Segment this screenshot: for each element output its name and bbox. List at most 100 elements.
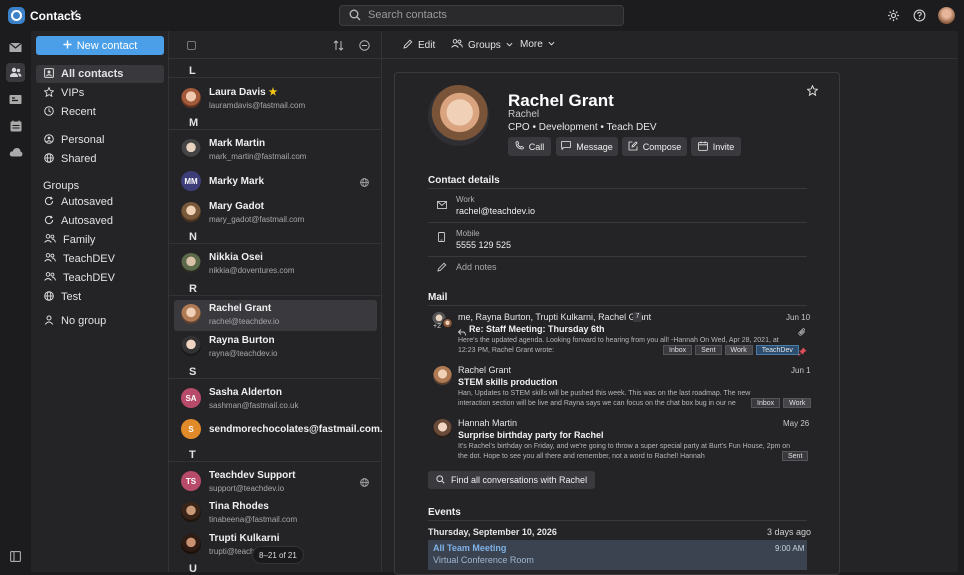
app-rail xyxy=(0,31,31,575)
contact-first-name: Rachel xyxy=(508,109,540,120)
contact-row-tina-rhodes[interactable]: Tina Rhodes tinabeena@fastmail.com xyxy=(174,498,377,529)
contact-row-laura-davis[interactable]: Laura Davis ★ lauramdavis@fastmail.com xyxy=(174,84,377,115)
tag-sent: Sent xyxy=(782,451,809,461)
section-letter: S xyxy=(189,366,197,378)
chevron-down-icon xyxy=(548,39,555,50)
pin-icon[interactable] xyxy=(798,345,807,359)
calendar-app-icon[interactable] xyxy=(6,116,25,135)
calendar-icon xyxy=(697,140,708,153)
favorite-star-icon[interactable] xyxy=(806,84,819,99)
select-all-checkbox[interactable] xyxy=(187,41,196,50)
contact-email: mark_martin@fastmail.com xyxy=(209,152,307,161)
tag-work: Work xyxy=(783,398,812,408)
group-item-label: Autosaved xyxy=(61,215,113,227)
settings-gear-icon[interactable] xyxy=(887,9,900,25)
sidebar-item-vips[interactable]: VIPs xyxy=(36,84,164,102)
add-notes-field[interactable]: Add notes xyxy=(456,262,497,272)
divider xyxy=(169,295,382,296)
mobile-label: Mobile xyxy=(456,229,480,238)
more-button[interactable]: More xyxy=(520,39,555,50)
mail-thread-subject[interactable]: Re: Staff Meeting: Thursday 6th xyxy=(469,324,605,334)
divider xyxy=(428,188,807,189)
shared-globe-icon xyxy=(360,476,369,490)
edit-button[interactable]: Edit xyxy=(403,39,435,52)
contact-row-mary-gadot[interactable]: Mary Gadot mary_gadot@fastmail.com xyxy=(174,198,377,229)
help-icon[interactable] xyxy=(913,9,926,25)
group-item-family[interactable]: Family xyxy=(36,231,164,249)
chevron-down-icon xyxy=(506,40,513,51)
mail-app-icon[interactable] xyxy=(6,38,25,57)
contact-row-marky-mark[interactable]: MM Marky Mark xyxy=(174,167,377,198)
call-button[interactable]: Call xyxy=(508,137,551,156)
thread-count-badge: 7 xyxy=(633,312,642,322)
search-input[interactable] xyxy=(368,6,618,24)
sidebar-item-label: VIPs xyxy=(61,87,85,99)
message-button[interactable]: Message xyxy=(556,137,618,156)
user-avatar[interactable] xyxy=(938,7,955,24)
sidebar-item-shared[interactable]: Shared xyxy=(36,150,164,168)
group-item-teachdev[interactable]: TeachDEV xyxy=(36,250,164,268)
group-item-test[interactable]: Test xyxy=(36,288,164,306)
contact-row-sendmorechocolates[interactable]: S sendmorechocolates@fastmail.com.au xyxy=(174,415,394,446)
avatar: MM xyxy=(181,171,201,191)
group-item-label: Autosaved xyxy=(61,196,113,208)
sidebar-item-personal[interactable]: Personal xyxy=(36,131,164,149)
more-options-icon[interactable] xyxy=(359,40,370,54)
globe-icon xyxy=(44,290,54,304)
avatar: S xyxy=(181,419,201,439)
contact-row-sasha-alderton[interactable]: SA Sasha Alderton sashman@fastmail.co.uk xyxy=(174,384,377,415)
sidebar-item-label: Recent xyxy=(61,106,96,118)
invite-label: Invite xyxy=(712,141,735,152)
divider xyxy=(169,461,382,462)
group-item-autosaved[interactable]: Autosaved xyxy=(36,193,164,211)
invite-button[interactable]: Invite xyxy=(691,137,741,156)
event-relative-date: 3 days ago xyxy=(767,527,812,537)
sidebar-item-recent[interactable]: Recent xyxy=(36,103,164,121)
sidebar-item-label: All contacts xyxy=(61,68,124,80)
mail-thread-from[interactable]: Rachel Grant xyxy=(458,365,511,375)
mobile-value[interactable]: 5555 129 525 xyxy=(456,240,511,250)
group-item-teachdev[interactable]: TeachDEV xyxy=(36,269,164,287)
find-all-label: Find all conversations with Rachel xyxy=(451,475,588,485)
contact-row-rayna-burton[interactable]: Rayna Burton rayna@teachdev.io xyxy=(174,332,377,363)
contact-row-teachdev-support[interactable]: TS Teachdev Support support@teachdev.io xyxy=(174,467,377,498)
compose-button[interactable]: Compose xyxy=(622,137,687,156)
toggle-sidebar-icon[interactable] xyxy=(10,551,21,565)
page-counter: 8–21 of 21 xyxy=(252,546,304,564)
thread-avatar xyxy=(433,366,452,385)
plus-icon xyxy=(63,40,72,52)
mail-thread-from[interactable]: Hannah Martin xyxy=(458,418,517,428)
files-cloud-icon[interactable] xyxy=(6,142,25,161)
avatar xyxy=(181,202,201,222)
masked-email-icon[interactable] xyxy=(6,90,25,109)
section-letter: M xyxy=(189,117,199,129)
pencil-icon xyxy=(403,39,413,52)
chevron-down-icon[interactable] xyxy=(70,8,78,19)
section-letter: L xyxy=(189,65,196,77)
new-contact-button[interactable]: New contact xyxy=(36,36,164,55)
contact-email: nikkia@doventures.com xyxy=(209,266,295,275)
sort-icon[interactable] xyxy=(333,40,344,54)
contact-row-rachel-grant[interactable]: Rachel Grant rachel@teachdev.io xyxy=(174,300,377,331)
group-item-no-group[interactable]: No group xyxy=(36,312,164,330)
contact-row-mark-martin[interactable]: Mark Martin mark_martin@fastmail.com xyxy=(174,135,377,166)
mail-thread-subject[interactable]: STEM skills production xyxy=(458,377,558,387)
mail-thread-subject[interactable]: Surprise birthday party for Rachel xyxy=(458,430,604,440)
globe-icon xyxy=(44,152,54,166)
work-email-value[interactable]: rachel@teachdev.io xyxy=(456,206,535,216)
sidebar-item-label: Shared xyxy=(61,153,97,165)
sidebar-item-all-contacts[interactable]: All contacts xyxy=(36,65,164,83)
find-all-conversations-button[interactable]: Find all conversations with Rachel xyxy=(428,471,596,489)
contact-email: rayna@teachdev.io xyxy=(209,349,278,358)
people-icon xyxy=(44,253,56,265)
contacts-app-icon[interactable] xyxy=(6,63,25,82)
event-location: Virtual Conference Room xyxy=(433,555,534,565)
group-item-autosaved[interactable]: Autosaved xyxy=(36,212,164,230)
contact-name: Rachel Grant xyxy=(209,303,272,314)
tag-inbox: Inbox xyxy=(663,345,693,355)
contact-row-nikkia-osei[interactable]: Nikkia Osei nikkia@doventures.com xyxy=(174,249,377,280)
mobile-phone-icon xyxy=(438,231,445,245)
groups-button[interactable]: Groups xyxy=(451,39,513,51)
group-item-label: Test xyxy=(61,291,82,303)
mail-thread-from[interactable]: me, Rayna Burton, Trupti Kulkarni, Rache… xyxy=(458,312,651,322)
